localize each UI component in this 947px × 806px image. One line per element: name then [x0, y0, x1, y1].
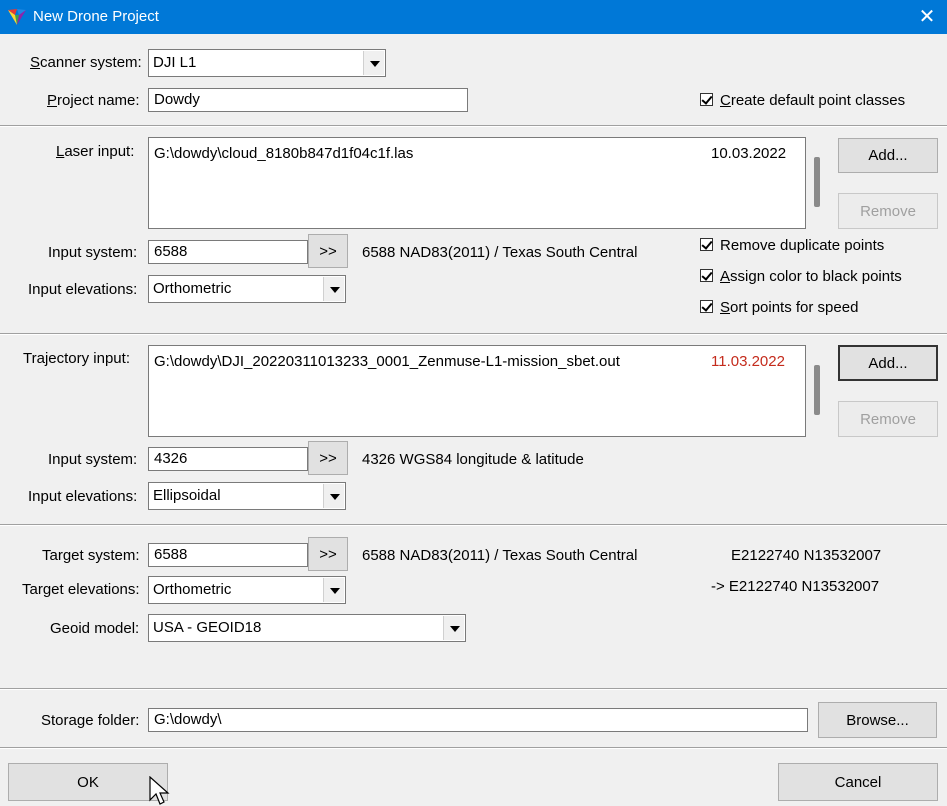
trajectory-system-pick-button[interactable]: >> — [308, 441, 348, 475]
separator — [0, 688, 947, 690]
create-default-classes-label: Create default point classes — [720, 92, 906, 109]
project-name-label: Project name: — [47, 92, 140, 109]
mouse-cursor-icon — [149, 776, 170, 805]
trajectory-input-label: Trajectory input: — [23, 350, 130, 367]
target-system-pick-button[interactable]: >> — [308, 537, 348, 571]
laser-input-system-label: Input system: — [48, 244, 138, 261]
target-system-field[interactable]: 6588 — [148, 543, 308, 567]
trajectory-file-date: 11.03.2022 — [711, 353, 785, 370]
laser-list-scrollbar[interactable] — [808, 137, 826, 229]
trajectory-file-path[interactable]: G:\dowdy\DJI_20220311013233_0001_Zenmuse… — [154, 353, 620, 370]
trajectory-list-scrollbar[interactable] — [808, 345, 826, 437]
scanner-system-label: Scanner system: — [30, 54, 142, 71]
create-default-classes-checkbox[interactable] — [700, 93, 713, 106]
trajectory-remove-button[interactable]: Remove — [838, 401, 938, 437]
geoid-model-combo[interactable]: USA - GEOID18 — [148, 614, 466, 642]
remove-duplicates-label: Remove duplicate points — [720, 237, 885, 254]
chevron-down-icon[interactable] — [363, 51, 384, 75]
laser-file-path[interactable]: G:\dowdy\cloud_8180b847d1f04c1f.las — [154, 145, 413, 162]
scanner-system-value: DJI L1 — [153, 54, 197, 71]
separator — [0, 125, 947, 127]
laser-input-system-field[interactable]: 6588 — [148, 240, 308, 264]
chevron-down-icon[interactable] — [323, 578, 344, 602]
laser-remove-button[interactable]: Remove — [838, 193, 938, 229]
app-logo-icon — [8, 9, 26, 25]
chevron-down-icon[interactable] — [443, 616, 464, 640]
trajectory-input-system-label: Input system: — [48, 451, 138, 468]
chevron-down-icon[interactable] — [323, 277, 344, 301]
sort-points-label: Sort points for speed — [720, 299, 859, 316]
browse-button[interactable]: Browse... — [818, 702, 937, 738]
window-title: New Drone Project — [33, 8, 159, 25]
separator — [0, 524, 947, 526]
trajectory-input-system-field[interactable]: 4326 — [148, 447, 308, 471]
scrollbar-thumb[interactable] — [814, 365, 820, 415]
target-system-desc: 6588 NAD83(2011) / Texas South Central — [362, 547, 638, 564]
trajectory-file-list[interactable]: G:\dowdy\DJI_20220311013233_0001_Zenmuse… — [148, 345, 806, 437]
target-elevations-label: Target elevations: — [22, 581, 140, 598]
assign-color-checkbox[interactable] — [700, 269, 713, 282]
laser-elevations-value: Orthometric — [153, 280, 232, 297]
laser-input-label: Laser input: — [56, 143, 135, 160]
geoid-model-value: USA - GEOID18 — [153, 619, 262, 636]
target-coordinate-input: E2122740 N13532007 — [731, 547, 882, 564]
trajectory-elevations-value: Ellipsoidal — [153, 487, 221, 504]
target-system-label: Target system: — [42, 547, 140, 564]
chevron-down-icon[interactable] — [323, 484, 344, 508]
storage-folder-input[interactable]: G:\dowdy\ — [148, 708, 808, 732]
close-icon[interactable]: ✕ — [913, 2, 941, 32]
target-elevations-combo[interactable]: Orthometric — [148, 576, 346, 604]
separator — [0, 747, 947, 749]
storage-folder-label: Storage folder: — [41, 712, 140, 729]
remove-duplicates-checkbox[interactable] — [700, 238, 713, 251]
target-elevations-value: Orthometric — [153, 581, 232, 598]
trajectory-add-button[interactable]: Add... — [838, 345, 938, 381]
trajectory-elevations-combo[interactable]: Ellipsoidal — [148, 482, 346, 510]
title-bar: New Drone Project ✕ — [0, 0, 947, 34]
laser-system-pick-button[interactable]: >> — [308, 234, 348, 268]
project-name-input[interactable]: Dowdy — [148, 88, 468, 112]
scrollbar-thumb[interactable] — [814, 157, 820, 207]
separator — [0, 333, 947, 335]
assign-color-label: Assign color to black points — [720, 268, 902, 285]
scanner-system-combo[interactable]: DJI L1 — [148, 49, 386, 77]
trajectory-input-elevations-label: Input elevations: — [28, 488, 138, 505]
laser-file-list[interactable]: G:\dowdy\cloud_8180b847d1f04c1f.las 10.0… — [148, 137, 806, 229]
laser-input-elevations-label: Input elevations: — [28, 281, 138, 298]
laser-elevations-combo[interactable]: Orthometric — [148, 275, 346, 303]
laser-add-button[interactable]: Add... — [838, 138, 938, 173]
cancel-button[interactable]: Cancel — [778, 763, 938, 801]
sort-points-checkbox[interactable] — [700, 300, 713, 313]
trajectory-input-system-desc: 4326 WGS84 longitude & latitude — [362, 451, 584, 468]
target-coordinate-output: -> E2122740 N13532007 — [711, 578, 880, 595]
ok-button[interactable]: OK — [8, 763, 168, 801]
geoid-model-label: Geoid model: — [50, 620, 140, 637]
laser-input-system-desc: 6588 NAD83(2011) / Texas South Central — [362, 244, 638, 261]
laser-file-date: 10.03.2022 — [711, 145, 787, 162]
